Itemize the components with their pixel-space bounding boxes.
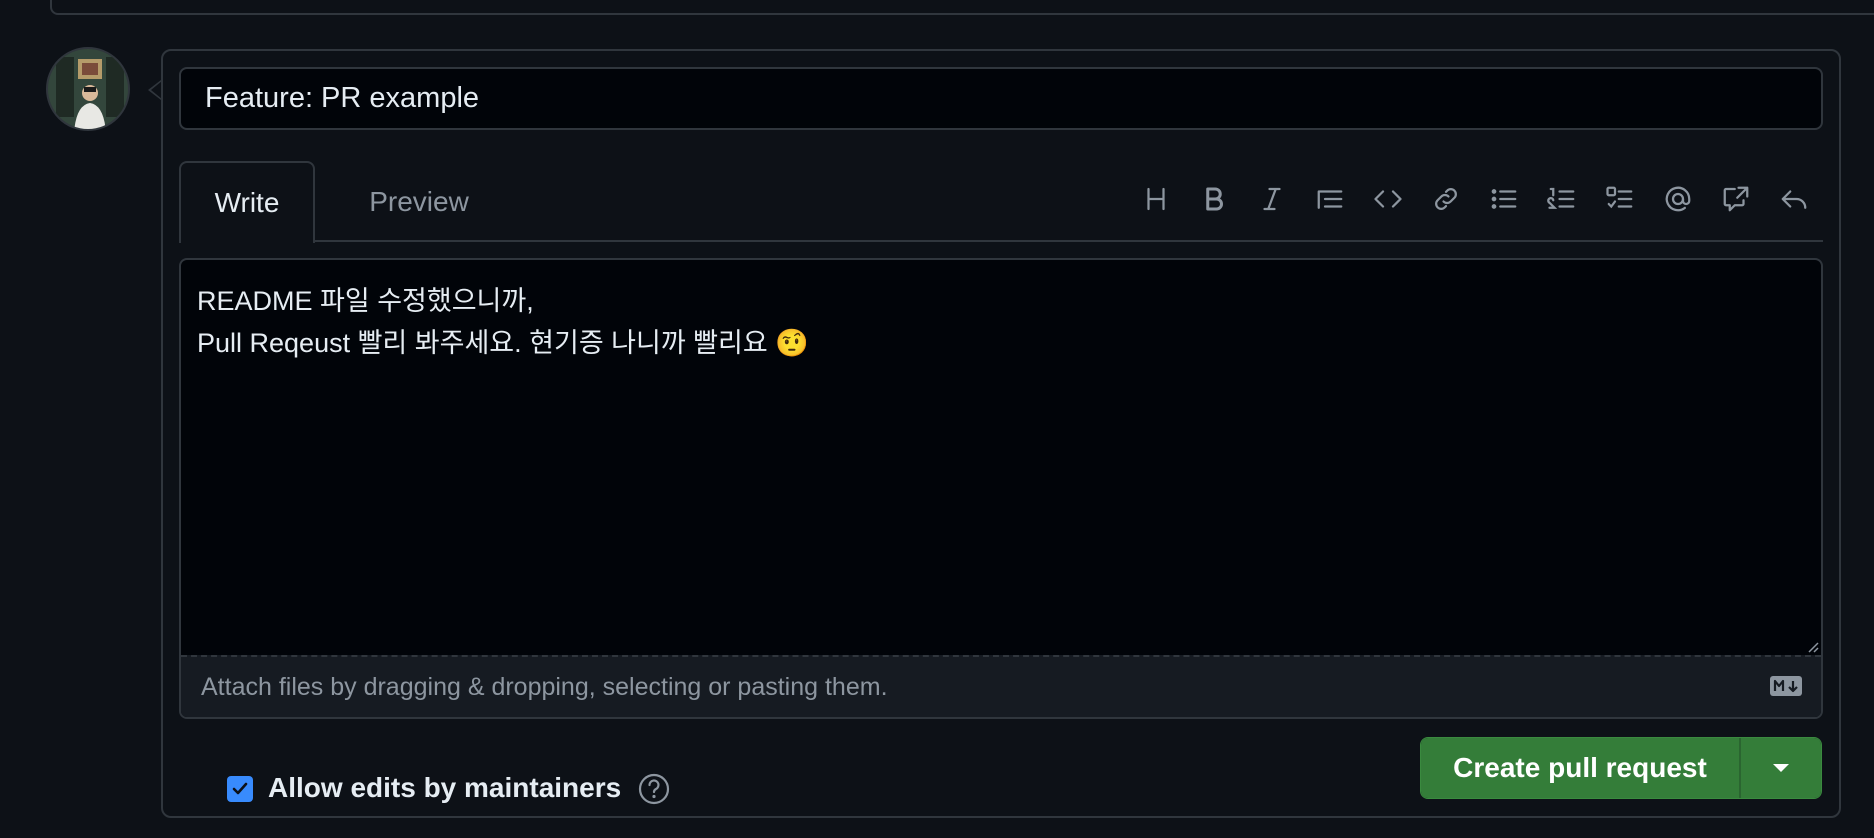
resize-handle-icon[interactable] [1805, 639, 1819, 653]
tab-preview[interactable]: Preview [339, 161, 499, 243]
reference-icon[interactable] [1707, 174, 1765, 224]
checkmark-icon [232, 782, 248, 795]
quote-icon[interactable] [1301, 174, 1359, 224]
markdown-icon[interactable] [1769, 675, 1803, 697]
attach-files-bar[interactable]: Attach files by dragging & dropping, sel… [181, 655, 1821, 717]
italic-icon[interactable] [1243, 174, 1301, 224]
tab-write[interactable]: Write [179, 161, 315, 243]
panel-pointer [148, 80, 162, 100]
pr-body-text[interactable]: README 파일 수정했으니까, Pull Reqeust 빨리 봐주세요. 현… [197, 280, 809, 364]
pr-title-input[interactable] [179, 67, 1823, 130]
allow-edits-label[interactable]: Allow edits by maintainers [268, 772, 621, 804]
task-list-icon[interactable] [1591, 174, 1649, 224]
previous-section-box [50, 0, 1874, 15]
create-options-dropdown[interactable] [1739, 738, 1821, 798]
bold-icon[interactable] [1185, 174, 1243, 224]
editor-tabbar: Write Preview [179, 161, 1823, 243]
allow-edits-checkbox[interactable] [227, 776, 253, 802]
mention-icon[interactable] [1649, 174, 1707, 224]
create-pr-button-group: Create pull request [1420, 737, 1822, 799]
heading-icon[interactable] [1127, 174, 1185, 224]
body-line-1: README 파일 수정했으니까, [197, 286, 534, 316]
body-line-2: Pull Reqeust 빨리 봐주세요. 현기증 나니까 빨리요 🤨 [197, 328, 809, 358]
bulleted-list-icon[interactable] [1475, 174, 1533, 224]
create-pull-request-button[interactable]: Create pull request [1421, 738, 1739, 798]
pr-body-textarea[interactable]: README 파일 수정했으니까, Pull Reqeust 빨리 봐주세요. 현… [179, 258, 1823, 719]
markdown-toolbar [1127, 169, 1823, 229]
user-avatar[interactable] [46, 47, 130, 131]
avatar-photo-icon [48, 49, 128, 129]
help-icon[interactable] [637, 772, 671, 806]
numbered-list-icon[interactable] [1533, 174, 1591, 224]
attach-files-hint: Attach files by dragging & dropping, sel… [201, 673, 888, 701]
saved-reply-icon[interactable] [1765, 174, 1823, 224]
link-icon[interactable] [1417, 174, 1475, 224]
code-icon[interactable] [1359, 174, 1417, 224]
caret-down-icon [1773, 764, 1789, 772]
